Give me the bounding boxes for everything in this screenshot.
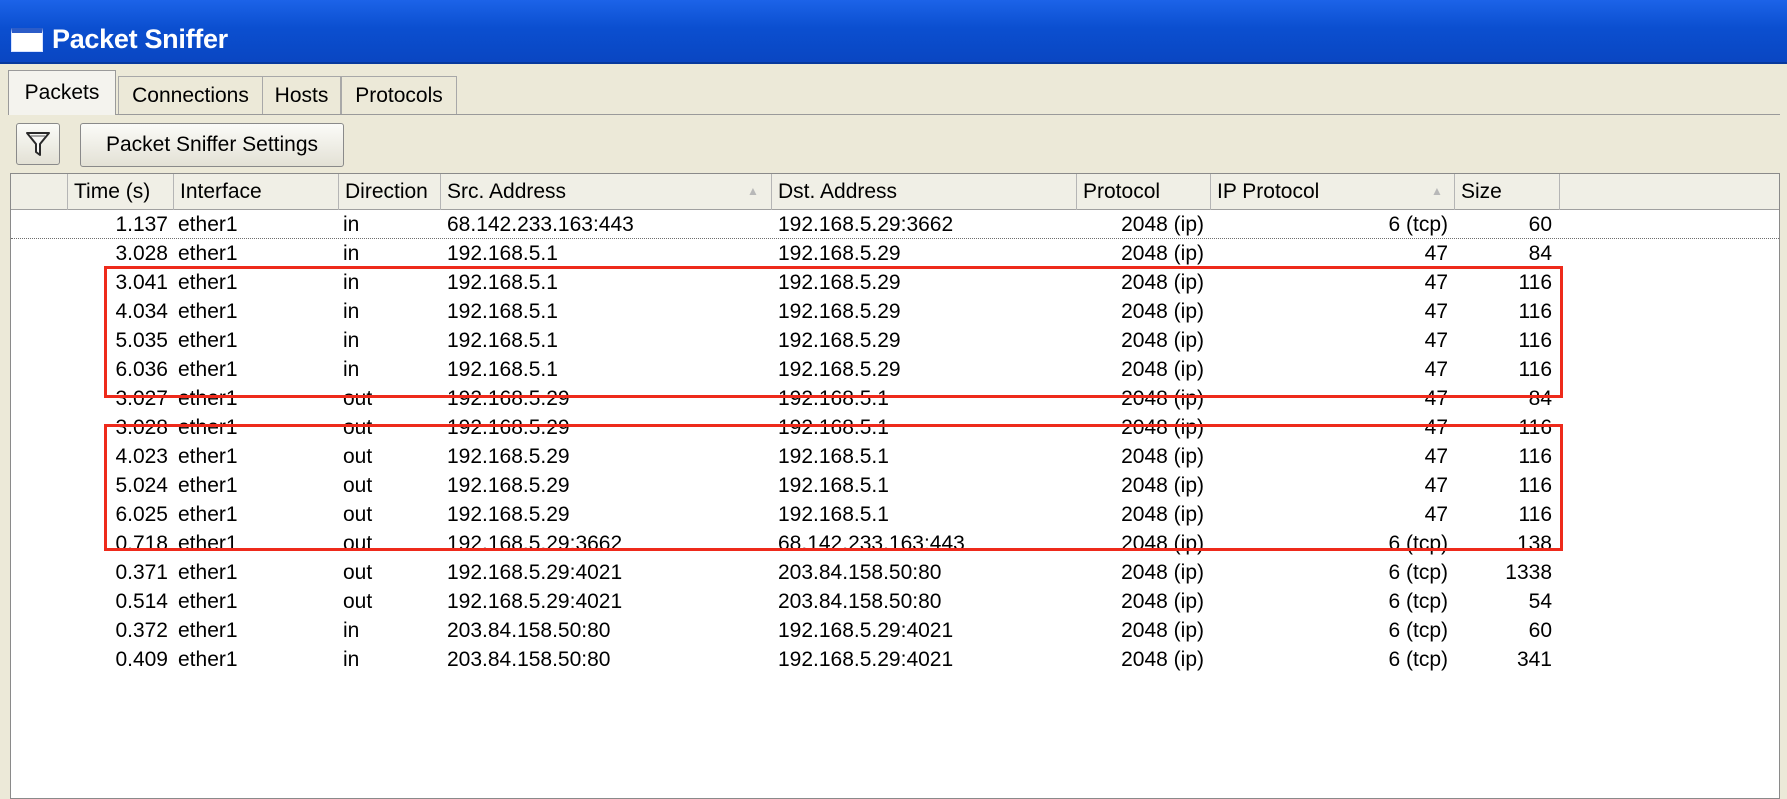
highlight-box-outgoing — [104, 424, 1563, 551]
cell-protocol: 2048 (ip) — [1121, 589, 1204, 613]
cell-time: 0.372 — [115, 618, 168, 642]
cell-direction: in — [343, 241, 360, 265]
cell-time: 0.514 — [115, 589, 168, 613]
column-header-size[interactable]: Size — [1455, 174, 1560, 210]
tab-protocols[interactable]: Protocols — [341, 76, 457, 114]
cell-src: 192.168.5.29:4021 — [447, 560, 623, 584]
cell-src: 68.142.233.163:443 — [447, 212, 634, 236]
column-header-time[interactable]: Time (s) — [68, 174, 174, 210]
column-header-protocol[interactable]: Protocol — [1077, 174, 1211, 210]
cell-interface: ether1 — [178, 212, 238, 236]
toolbar: Packet Sniffer Settings — [8, 114, 1780, 174]
cell-size: 60 — [1528, 618, 1552, 642]
table-row[interactable]: 0.514 ether1 out 192.168.5.29:4021 203.84.15… — [11, 587, 1779, 616]
window-icon — [11, 28, 43, 52]
window-title: Packet Sniffer — [52, 24, 228, 54]
cell-direction: in — [343, 647, 360, 671]
cell-ipproto: 6 (tcp) — [1388, 212, 1448, 236]
cell-time: 0.409 — [115, 647, 168, 671]
cell-interface: ether1 — [178, 589, 238, 613]
cell-src: 203.84.158.50:80 — [447, 647, 611, 671]
column-header-src-address-label: Src. Address — [447, 180, 567, 203]
packet-sniffer-settings-button[interactable]: Packet Sniffer Settings — [80, 123, 344, 167]
table-row[interactable]: 3.028 ether1 in 192.168.5.1 192.168.5.29 2048… — [11, 239, 1779, 268]
cell-direction: out — [343, 589, 373, 613]
cell-time: 1.137 — [115, 212, 168, 236]
cell-src: 203.84.158.50:80 — [447, 618, 611, 642]
cell-dst: 203.84.158.50:80 — [778, 560, 942, 584]
cell-protocol: 2048 (ip) — [1121, 618, 1204, 642]
cell-size: 54 — [1528, 589, 1552, 613]
cell-protocol: 2048 (ip) — [1121, 560, 1204, 584]
cell-interface: ether1 — [178, 241, 238, 265]
tab-connections[interactable]: Connections — [118, 76, 263, 114]
cell-src: 192.168.5.1 — [447, 241, 558, 265]
column-header-ip-protocol-label: IP Protocol — [1217, 180, 1320, 203]
title-bar: Packet Sniffer — [0, 0, 1787, 64]
cell-time: 0.371 — [115, 560, 168, 584]
tab-hosts[interactable]: Hosts — [262, 76, 341, 114]
cell-dst: 203.84.158.50:80 — [778, 589, 942, 613]
cell-dst: 192.168.5.29 — [778, 241, 901, 265]
sort-ascending-icon: ▲ — [747, 184, 759, 198]
cell-size: 341 — [1516, 647, 1552, 671]
cell-dst: 192.168.5.29:3662 — [778, 212, 954, 236]
cell-time: 3.028 — [115, 241, 168, 265]
highlight-box-incoming — [104, 266, 1563, 398]
cell-ipproto: 6 (tcp) — [1388, 647, 1448, 671]
cell-ipproto: 47 — [1424, 241, 1448, 265]
cell-interface: ether1 — [178, 618, 238, 642]
row-selector-header — [11, 174, 68, 210]
cell-direction: in — [343, 212, 360, 236]
cell-size: 60 — [1528, 212, 1552, 236]
column-header-src-address[interactable]: Src. Address ▲ — [441, 174, 772, 210]
table-row[interactable]: 0.372 ether1 in 203.84.158.50:80 192.168.5.2… — [11, 616, 1779, 645]
cell-direction: in — [343, 618, 360, 642]
cell-ipproto: 6 (tcp) — [1388, 589, 1448, 613]
filter-icon — [26, 132, 50, 156]
table-row[interactable]: 1.137 ether1 in 68.142.233.163:443 192.168.5… — [11, 210, 1779, 239]
cell-protocol: 2048 (ip) — [1121, 647, 1204, 671]
column-header-interface[interactable]: Interface — [174, 174, 339, 210]
cell-dst: 192.168.5.29:4021 — [778, 618, 954, 642]
filter-button[interactable] — [16, 123, 60, 165]
cell-dst: 192.168.5.29:4021 — [778, 647, 954, 671]
table-row[interactable]: 0.409 ether1 in 203.84.158.50:80 192.168.5.2… — [11, 645, 1779, 674]
column-header-dst-address[interactable]: Dst. Address — [772, 174, 1077, 210]
table-row[interactable]: 0.371 ether1 out 192.168.5.29:4021 203.84.15… — [11, 558, 1779, 587]
cell-protocol: 2048 (ip) — [1121, 212, 1204, 236]
table-header: Time (s) Interface Direction Src. Addres… — [11, 174, 1779, 210]
cell-size: 84 — [1528, 241, 1552, 265]
cell-interface: ether1 — [178, 560, 238, 584]
cell-src: 192.168.5.29:4021 — [447, 589, 623, 613]
sort-ascending-icon: ▲ — [1431, 184, 1443, 198]
tab-packets[interactable]: Packets — [8, 70, 116, 115]
cell-protocol: 2048 (ip) — [1121, 241, 1204, 265]
cell-ipproto: 6 (tcp) — [1388, 560, 1448, 584]
cell-interface: ether1 — [178, 647, 238, 671]
column-header-direction[interactable]: Direction — [339, 174, 441, 210]
cell-size: 1338 — [1505, 560, 1552, 584]
column-header-ip-protocol[interactable]: IP Protocol ▲ — [1211, 174, 1455, 210]
cell-direction: out — [343, 560, 373, 584]
cell-ipproto: 6 (tcp) — [1388, 618, 1448, 642]
